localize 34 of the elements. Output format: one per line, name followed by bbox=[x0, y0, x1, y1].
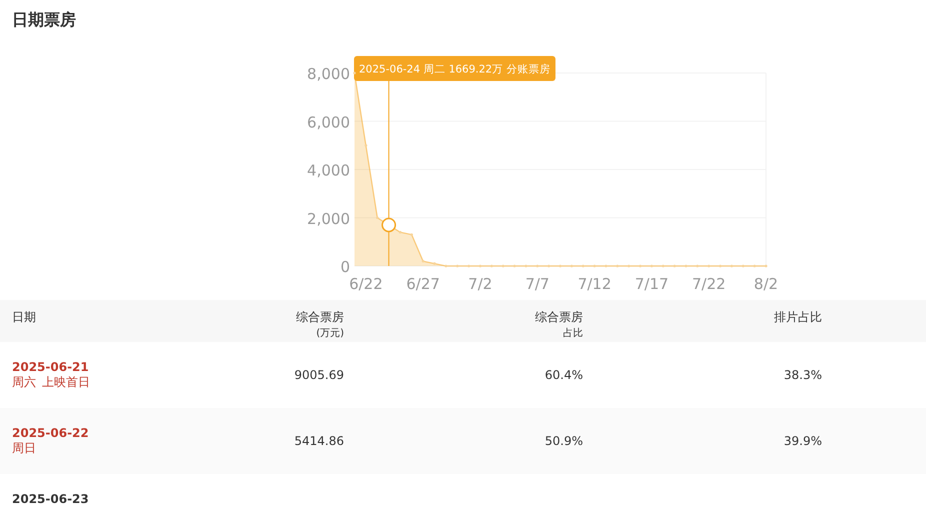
column-header: 日期 bbox=[12, 310, 36, 324]
date-text: 2025-06-21 bbox=[12, 360, 89, 374]
date-text: 2025-06-23 bbox=[12, 492, 89, 506]
y-axis-label: 2,000 bbox=[307, 210, 350, 228]
date-text: 2025-06-22 bbox=[12, 426, 89, 440]
table-cell: 9005.69 bbox=[294, 368, 344, 382]
column-header: 排片占比 bbox=[774, 309, 822, 326]
y-axis-label: 4,000 bbox=[307, 162, 350, 180]
x-axis-label: 7/22 bbox=[692, 275, 726, 293]
x-axis-label: 8/2 bbox=[754, 275, 778, 293]
column-header: 综合票房 bbox=[535, 309, 583, 326]
table-cell: 39.9% bbox=[784, 434, 822, 448]
y-axis-label: 6,000 bbox=[307, 113, 350, 132]
y-axis-label: 8,000 bbox=[307, 65, 350, 83]
table-cell: 38.3% bbox=[784, 368, 822, 382]
x-axis-label: 7/17 bbox=[634, 275, 669, 293]
y-axis-label: 0 bbox=[340, 258, 350, 276]
x-axis-label: 7/2 bbox=[468, 275, 492, 293]
table-cell: 50.9% bbox=[544, 434, 583, 448]
column-header: 综合票房 bbox=[296, 309, 344, 326]
x-axis-label: 7/12 bbox=[578, 275, 612, 293]
section-title: 日期票房 bbox=[12, 10, 76, 29]
x-axis-label: 6/27 bbox=[406, 275, 440, 293]
column-unit: 占比 bbox=[563, 326, 583, 341]
release-note: 上映首日 bbox=[42, 374, 90, 390]
annotation: 2025-06-24 周二 1669.22万 分账票房 bbox=[359, 62, 550, 76]
weekday-text: 周日 bbox=[12, 440, 36, 456]
table-cell: 5414.86 bbox=[294, 434, 344, 448]
column-unit: (万元) bbox=[316, 327, 344, 341]
x-axis-label: 6/22 bbox=[349, 275, 383, 293]
x-axis-label: 7/7 bbox=[525, 275, 550, 293]
chart-tooltip: 2025-06-24 周二 1669.22万 分账票房 bbox=[354, 56, 556, 81]
weekday-text: 周六 bbox=[12, 374, 36, 390]
table-cell: 60.4% bbox=[544, 368, 583, 382]
